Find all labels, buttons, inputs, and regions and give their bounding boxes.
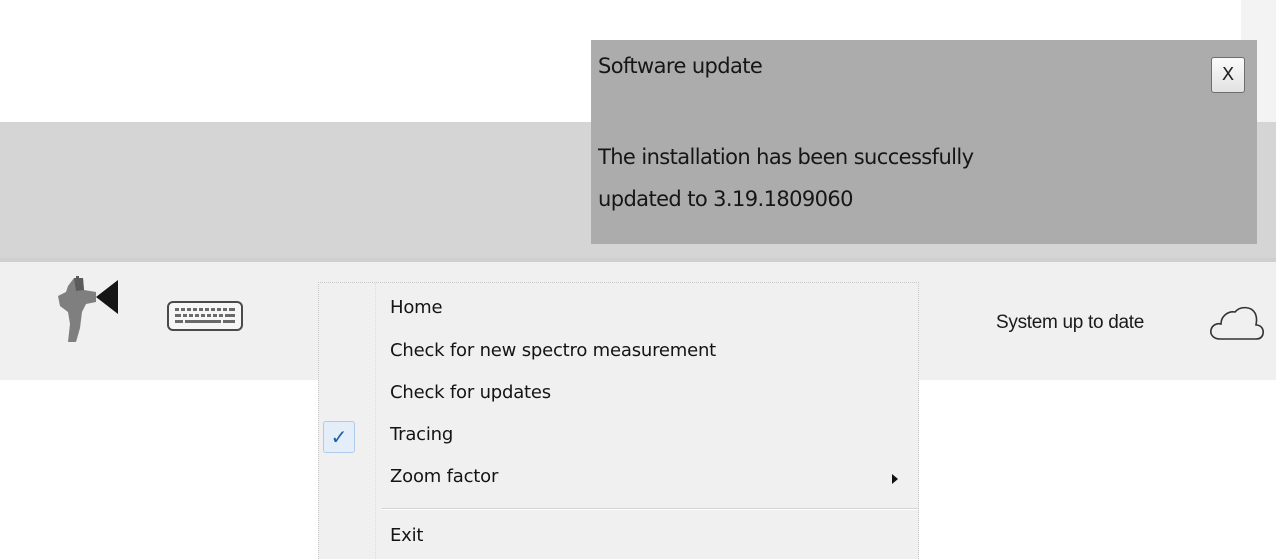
notification-message-line: The installation has been successfully bbox=[598, 145, 974, 169]
context-menu: Home Check for new spectro measurement C… bbox=[318, 282, 919, 559]
notification-title: Software update bbox=[598, 54, 763, 78]
menu-item-tracing[interactable]: ✓ Tracing bbox=[319, 420, 918, 454]
menu-separator bbox=[381, 508, 918, 510]
update-status-label: System up to date bbox=[996, 312, 1145, 333]
update-notification: Software update The installation has bee… bbox=[591, 40, 1257, 244]
menu-item-label: Zoom factor bbox=[390, 466, 499, 487]
menu-item-label: Home bbox=[390, 297, 443, 318]
notification-close-button[interactable]: X bbox=[1211, 57, 1245, 93]
keyboard-icon[interactable] bbox=[167, 301, 243, 331]
menu-item-label: Tracing bbox=[390, 424, 454, 445]
cloud-icon[interactable] bbox=[1209, 303, 1265, 343]
menu-item-home[interactable]: Home bbox=[319, 293, 918, 327]
menu-item-check-spectro[interactable]: Check for new spectro measurement bbox=[319, 336, 918, 370]
submenu-arrow-icon bbox=[892, 474, 898, 484]
notification-message: The installation has been successfully u… bbox=[598, 136, 1158, 220]
spray-gun-icon[interactable] bbox=[56, 276, 118, 342]
menu-item-zoom-factor[interactable]: Zoom factor bbox=[319, 462, 918, 496]
checkmark-icon: ✓ bbox=[323, 421, 355, 453]
menu-item-label: Check for updates bbox=[390, 382, 551, 403]
menu-item-check-updates[interactable]: Check for updates bbox=[319, 378, 918, 412]
notification-message-line: updated to 3.19.1809060 bbox=[598, 187, 854, 211]
menu-item-label: Check for new spectro measurement bbox=[390, 340, 717, 361]
screen: System up to date Software update The in… bbox=[0, 0, 1276, 559]
menu-item-exit[interactable]: Exit bbox=[319, 521, 918, 555]
menu-item-label: Exit bbox=[390, 525, 424, 546]
